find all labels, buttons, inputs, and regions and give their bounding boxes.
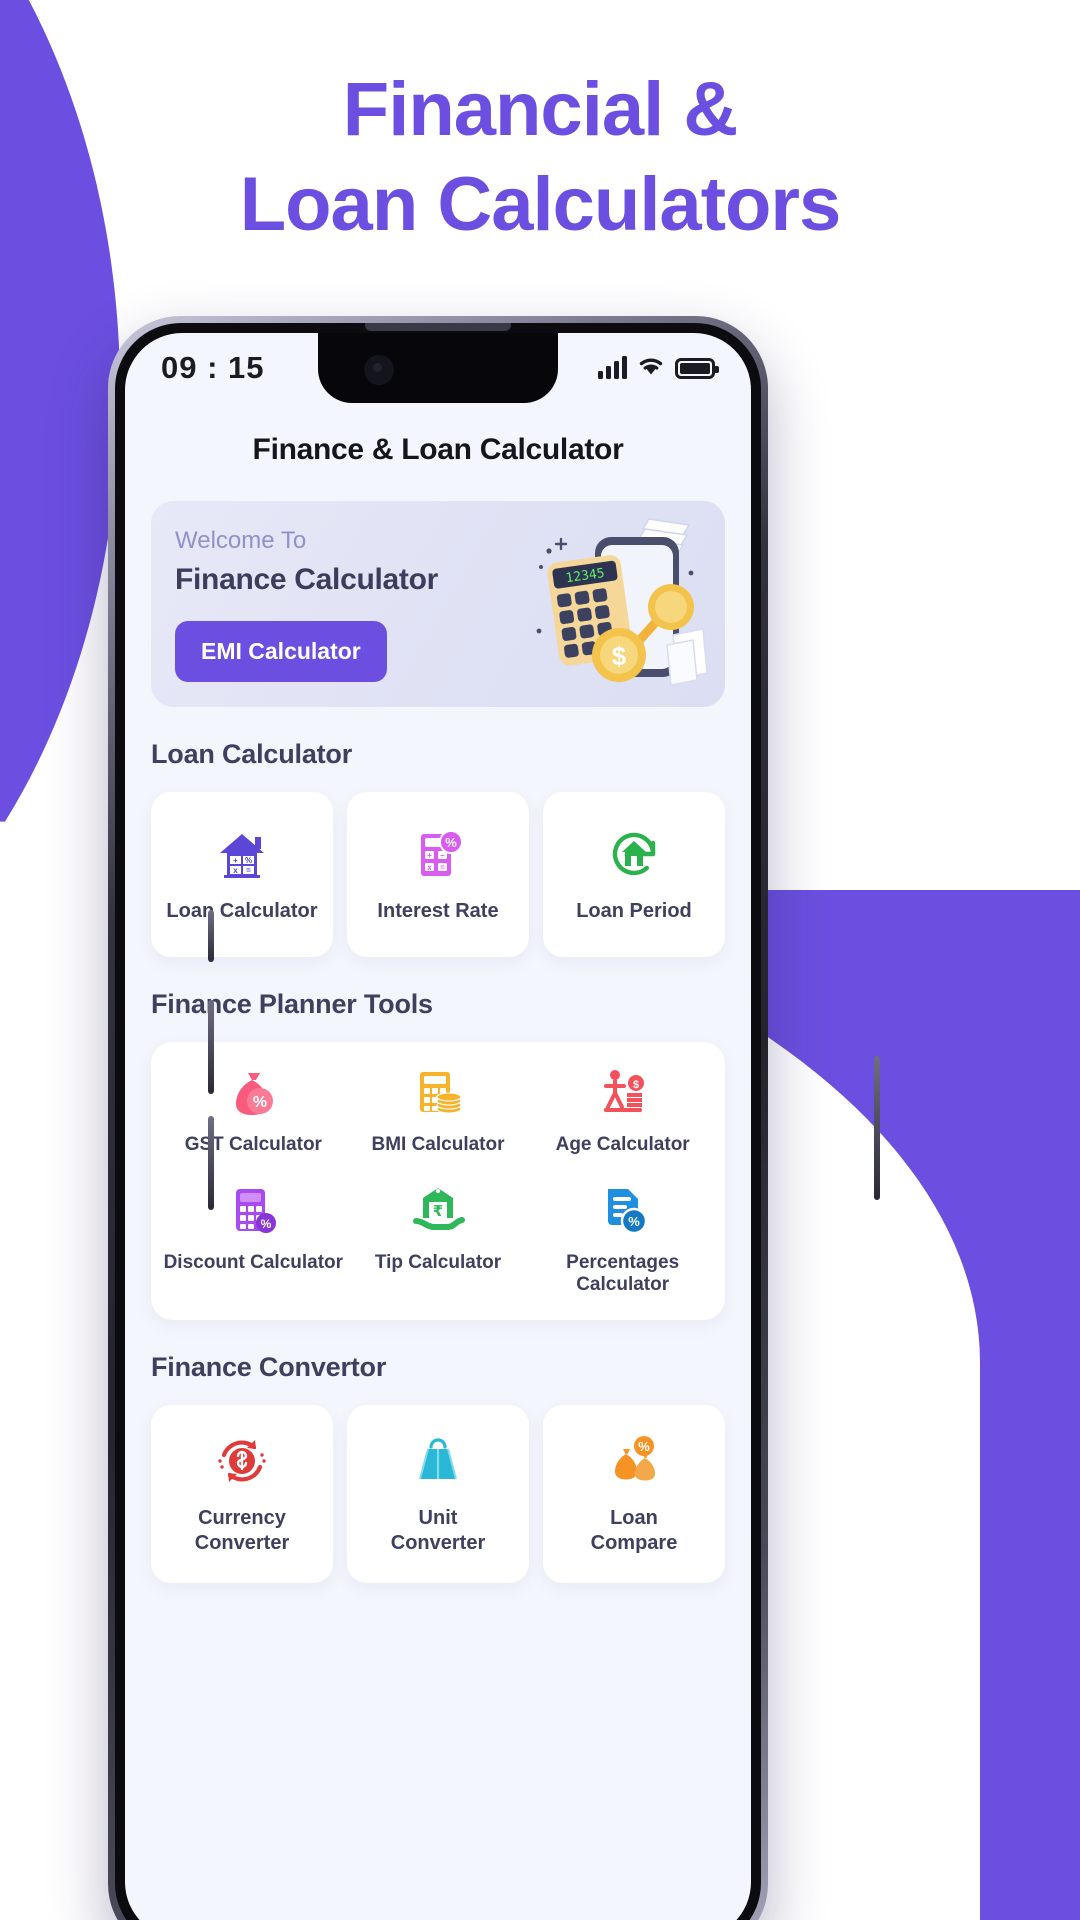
hand-rupee-icon: ₹	[410, 1182, 466, 1238]
calculator-phone-coins-illustration: 12345 $	[521, 515, 711, 695]
finance-planner-tools-panel: % GST Calculator BMI Calculator $ Age Ca…	[151, 1042, 725, 1320]
promo-headline-line2: Loan Calculators	[239, 162, 842, 247]
svg-text:₹: ₹	[433, 1202, 443, 1220]
svg-text:%: %	[253, 1094, 267, 1111]
tool-age-calculator[interactable]: $ Age Calculator	[530, 1064, 715, 1156]
tool-gst-calculator[interactable]: % GST Calculator	[161, 1064, 346, 1156]
svg-text:%: %	[628, 1214, 640, 1229]
calculator-percent-icon: + – x = %	[409, 825, 467, 883]
svg-text:%: %	[245, 856, 252, 865]
finance-convertor-tiles: Currency Converter Unit Converter % Loan…	[151, 1405, 725, 1583]
tool-label: Age Calculator	[555, 1134, 690, 1155]
phone-earpiece	[365, 323, 511, 331]
currency-exchange-icon	[213, 1432, 271, 1490]
tool-label: Percentages Calculator	[566, 1252, 680, 1295]
status-time: 09 : 15	[161, 350, 265, 385]
svg-text:%: %	[445, 835, 457, 850]
house-refresh-icon	[605, 825, 663, 883]
emi-calculator-button[interactable]: EMI Calculator	[175, 621, 387, 682]
status-bar: 09 : 15	[125, 333, 751, 403]
tile-label: Loan Period	[576, 900, 692, 922]
tile-loan-compare[interactable]: % Loan Compare	[543, 1405, 725, 1583]
money-bag-percent-icon: %	[225, 1064, 281, 1120]
signal-bars-icon	[598, 356, 627, 379]
wifi-icon	[637, 355, 665, 382]
svg-text:x: x	[233, 866, 238, 875]
finance-planner-tools-grid: % GST Calculator BMI Calculator $ Age Ca…	[161, 1064, 715, 1296]
svg-text:$: $	[612, 641, 627, 671]
svg-text:$: $	[633, 1079, 639, 1091]
loan-calculator-tiles: + % x = Loan Calculator + – x = % Intere…	[151, 792, 725, 957]
phone-power-button[interactable]	[874, 1056, 880, 1200]
tile-label: Interest Rate	[377, 900, 499, 922]
svg-text:=: =	[440, 863, 445, 872]
svg-text:–: –	[440, 851, 445, 860]
promo-headline: Financial & Loan Calculators	[0, 62, 1080, 252]
app-title: Finance & Loan Calculator	[252, 433, 624, 466]
tile-loan-calculator[interactable]: + % x = Loan Calculator	[151, 792, 333, 957]
house-calculator-icon: + % x =	[213, 825, 271, 883]
svg-text:+: +	[427, 851, 432, 860]
tile-currency-converter[interactable]: Currency Converter	[151, 1405, 333, 1583]
app-content: Finance & Loan Calculator Welcome To Fin…	[125, 403, 751, 1583]
tool-bmi-calculator[interactable]: BMI Calculator	[346, 1064, 531, 1156]
money-bags-percent-icon: %	[605, 1432, 663, 1490]
svg-text:=: =	[246, 866, 251, 875]
promo-headline-line1: Financial &	[342, 67, 738, 152]
battery-icon	[675, 357, 719, 379]
document-percent-icon: %	[595, 1182, 651, 1238]
tile-label: Loan Calculator	[166, 900, 318, 922]
person-money-icon: $	[595, 1064, 651, 1120]
weight-icon	[409, 1432, 467, 1490]
calculator-coins-icon	[410, 1064, 466, 1120]
tool-label: BMI Calculator	[371, 1134, 505, 1155]
tool-tip-calculator[interactable]: ₹ Tip Calculator	[346, 1182, 531, 1296]
calculator-discount-icon: %	[225, 1182, 281, 1238]
tile-loan-period[interactable]: Loan Period	[543, 792, 725, 957]
tile-unit-converter[interactable]: Unit Converter	[347, 1405, 529, 1583]
phone-silent-switch[interactable]	[208, 910, 214, 962]
tool-discount-calculator[interactable]: % Discount Calculator	[161, 1182, 346, 1296]
section-title-loan-calculator: Loan Calculator	[151, 739, 353, 769]
section-title-finance-planner-tools: Finance Planner Tools	[151, 989, 433, 1019]
tile-label: Currency Converter	[194, 1507, 290, 1554]
section-title-finance-convertor: Finance Convertor	[151, 1352, 387, 1382]
tool-percentages-calculator[interactable]: % Percentages Calculator	[530, 1182, 715, 1296]
tool-label: Discount Calculator	[163, 1252, 344, 1273]
phone-mockup: 09 : 15 Finance & Loan Calculator Welcom…	[108, 316, 880, 1920]
tool-label: GST Calculator	[184, 1134, 322, 1155]
tile-label: Loan Compare	[590, 1507, 678, 1554]
tool-label: Tip Calculator	[374, 1252, 502, 1273]
promo-screenshot: Financial & Loan Calculators 09 : 15 Fin…	[0, 0, 1080, 1920]
phone-screen: 09 : 15 Finance & Loan Calculator Welcom…	[125, 333, 751, 1920]
welcome-banner: Welcome To Finance Calculator EMI Calcul…	[151, 501, 725, 707]
phone-volume-down-button[interactable]	[208, 1116, 214, 1210]
svg-text:+: +	[233, 856, 238, 865]
svg-text:x: x	[427, 863, 432, 872]
svg-text:%: %	[261, 1217, 272, 1231]
phone-volume-up-button[interactable]	[208, 1000, 214, 1094]
tile-label: Unit Converter	[390, 1507, 486, 1554]
status-icons	[598, 355, 719, 382]
svg-text:%: %	[638, 1439, 650, 1454]
tile-interest-rate[interactable]: + – x = % Interest Rate	[347, 792, 529, 957]
